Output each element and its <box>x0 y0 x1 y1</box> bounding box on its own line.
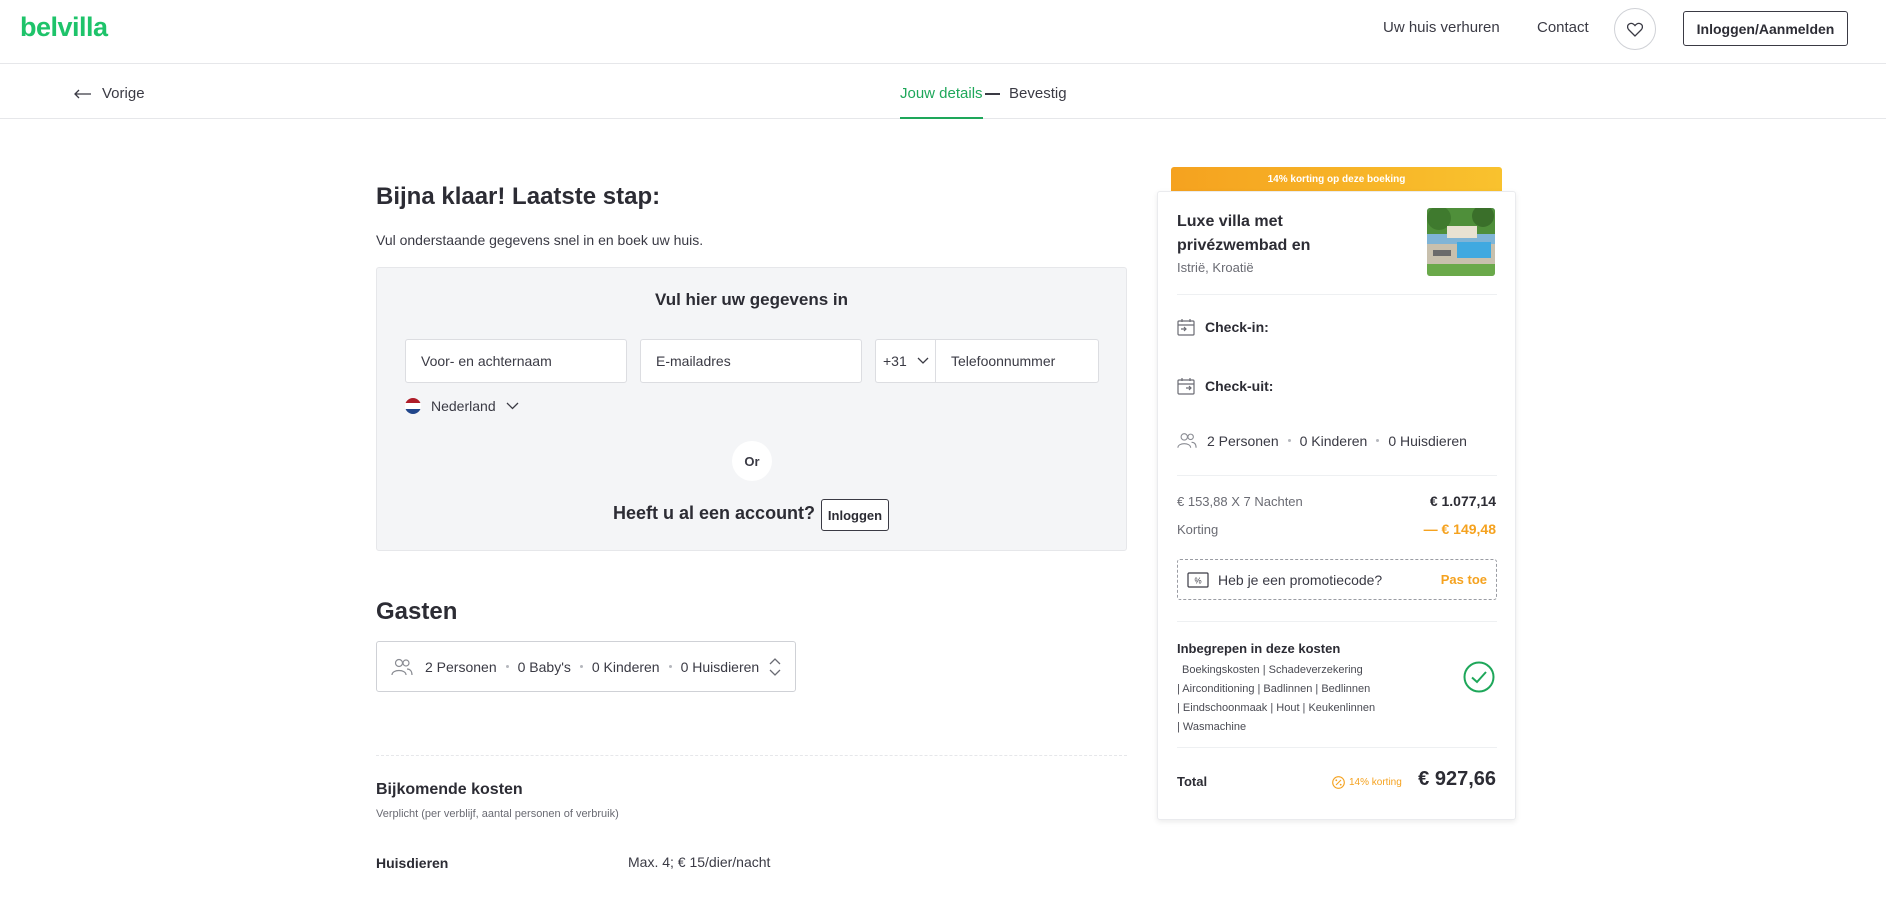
summary-guests: 2 Personen 0 Kinderen 0 Huisdieren <box>1177 432 1467 449</box>
phone-prefix-value: +31 <box>883 353 907 369</box>
included-line: | Airconditioning | Badlinnen | Bedlinne… <box>1177 683 1371 695</box>
discount-banner: 14% korting op deze boeking <box>1171 167 1502 191</box>
booking-summary-card: Luxe villa met privézwembad en Istrië, K… <box>1157 191 1516 820</box>
extra-costs-row-value: Max. 4; € 15/dier/nacht <box>628 854 771 870</box>
guests-babies: 0 Baby's <box>517 658 571 675</box>
discount-label: Korting <box>1177 522 1219 537</box>
nav-rent-out-link[interactable]: Uw huis verhuren <box>1383 19 1500 36</box>
calendar-checkout-icon <box>1177 378 1195 395</box>
top-navigation: belvilla Uw huis verhuren Contact Inlogg… <box>0 0 1886 64</box>
stepper-arrows-icon[interactable] <box>769 657 781 677</box>
coupon-icon: % <box>1187 571 1209 588</box>
checkout-row[interactable]: Check-uit: <box>1177 377 1273 395</box>
guests-persons: 2 Personen <box>425 658 497 675</box>
phone-prefix-select[interactable]: +31 <box>875 339 935 383</box>
login-register-button[interactable]: Inloggen/Aanmelden <box>1683 11 1848 46</box>
promo-apply-button[interactable]: Pas toe <box>1441 572 1487 587</box>
guests-title: Gasten <box>376 598 458 625</box>
included-title: Inbegrepen in deze kosten <box>1177 641 1341 656</box>
included-list: Boekingskosten | Schadeverzekering | Air… <box>1177 661 1417 737</box>
phone-field[interactable]: Telefoonnummer <box>935 339 1099 383</box>
page-title: Bijna klaar! Laatste stap: <box>376 183 661 210</box>
inline-login-button[interactable]: Inloggen <box>821 499 889 531</box>
nightly-price-line: € 153,88 X 7 Nachten <box>1177 494 1303 509</box>
chevron-down-icon <box>917 357 929 364</box>
villa-title: Luxe villa met privézwembad en <box>1177 213 1311 254</box>
section-divider <box>376 755 1127 756</box>
form-title: Vul hier uw gegevens in <box>654 290 849 309</box>
total-amount: € 927,66 <box>1418 768 1496 790</box>
details-form: Vul hier uw gegevens in Voor- en achtern… <box>376 267 1127 551</box>
step-confirm: Bevestig <box>1009 85 1067 102</box>
extra-costs-row-label: Huisdieren <box>376 855 449 871</box>
checkin-row[interactable]: Check-in: <box>1177 318 1269 336</box>
villa-thumbnail[interactable] <box>1427 208 1495 276</box>
percent-badge-icon <box>1332 776 1345 789</box>
extra-costs-subtitle: Verplicht (per verblijf, aantal personen… <box>376 808 619 820</box>
summary-children: 0 Kinderen <box>1299 432 1368 449</box>
back-link[interactable]: Vorige <box>74 85 145 102</box>
logo[interactable]: belvilla <box>20 12 108 43</box>
extra-costs-title: Bijkomende kosten <box>376 781 523 798</box>
included-line: | Eindschoonmaak | Hout | Keukenlinnen <box>1177 702 1376 714</box>
check-circle-icon <box>1463 661 1495 693</box>
country-label: Nederland <box>431 398 496 414</box>
step-bar: Vorige Jouw details Bevestig <box>0 64 1886 119</box>
total-discount-label: 14% korting <box>1349 777 1402 788</box>
country-select[interactable]: Nederland <box>405 398 519 414</box>
summary-pets: 0 Huisdieren <box>1388 432 1467 449</box>
page-subtitle: Vul onderstaande gegevens snel in en boe… <box>376 232 704 248</box>
people-icon <box>391 658 413 675</box>
people-icon <box>1177 433 1197 448</box>
arrow-left-icon <box>74 89 91 98</box>
netherlands-flag-icon <box>405 398 421 414</box>
guests-pets: 0 Huisdieren <box>680 658 760 675</box>
name-field[interactable]: Voor- en achternaam <box>405 339 627 383</box>
email-field[interactable]: E-mailadres <box>640 339 862 383</box>
discount-value: — € 149,48 <box>1423 521 1496 537</box>
total-label: Total <box>1177 774 1208 789</box>
guests-selector[interactable]: 2 Personen 0 Baby's 0 Kinderen 0 Huisdie… <box>376 641 796 692</box>
step-separator <box>985 93 1000 95</box>
calendar-checkin-icon <box>1177 319 1195 336</box>
checkin-label: Check-in: <box>1205 319 1269 335</box>
back-label: Vorige <box>102 85 145 102</box>
chevron-down-icon <box>506 402 519 410</box>
or-divider: Or <box>732 441 772 481</box>
svg-text:%: % <box>1194 576 1201 585</box>
heart-icon <box>1627 22 1643 37</box>
total-discount-badge: 14% korting <box>1332 776 1402 789</box>
included-line: Boekingskosten | Schadeverzekering <box>1182 664 1363 676</box>
promo-placeholder: Heb je een promotiecode? <box>1218 571 1383 588</box>
nightly-price-value: € 1.077,14 <box>1429 493 1496 509</box>
step-your-details[interactable]: Jouw details <box>900 85 983 119</box>
favorites-button[interactable] <box>1614 8 1656 50</box>
checkout-label: Check-uit: <box>1205 378 1274 394</box>
summary-persons: 2 Personen <box>1207 432 1279 449</box>
guests-children: 0 Kinderen <box>591 658 660 675</box>
nav-contact-link[interactable]: Contact <box>1537 19 1589 36</box>
villa-location: Istrië, Kroatië <box>1177 260 1254 275</box>
promo-code-field[interactable]: % Heb je een promotiecode? Pas toe <box>1177 559 1497 600</box>
included-line: | Wasmachine <box>1177 721 1247 733</box>
account-question: Heeft u al een account? <box>613 503 816 523</box>
